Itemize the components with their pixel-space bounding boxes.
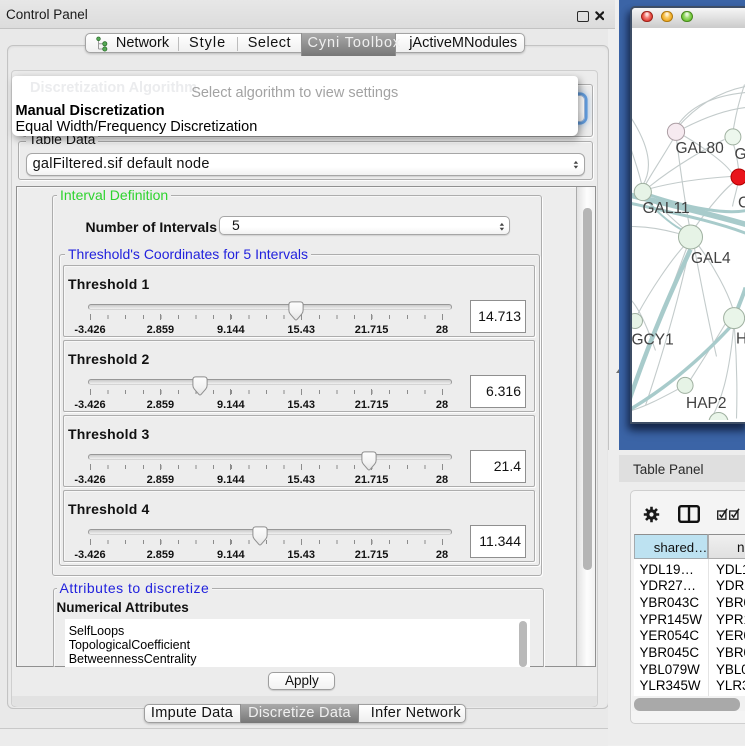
svg-text:GCY1: GCY1 — [632, 331, 674, 348]
svg-text:H: H — [736, 330, 745, 347]
svg-text:GAL4: GAL4 — [691, 250, 731, 267]
svg-text:HAP2: HAP2 — [686, 395, 727, 412]
svg-text:GA: GA — [734, 146, 745, 163]
svg-text:C: C — [738, 194, 745, 211]
svg-text:GAL80: GAL80 — [675, 140, 724, 157]
svg-text:GAL11: GAL11 — [642, 200, 689, 217]
